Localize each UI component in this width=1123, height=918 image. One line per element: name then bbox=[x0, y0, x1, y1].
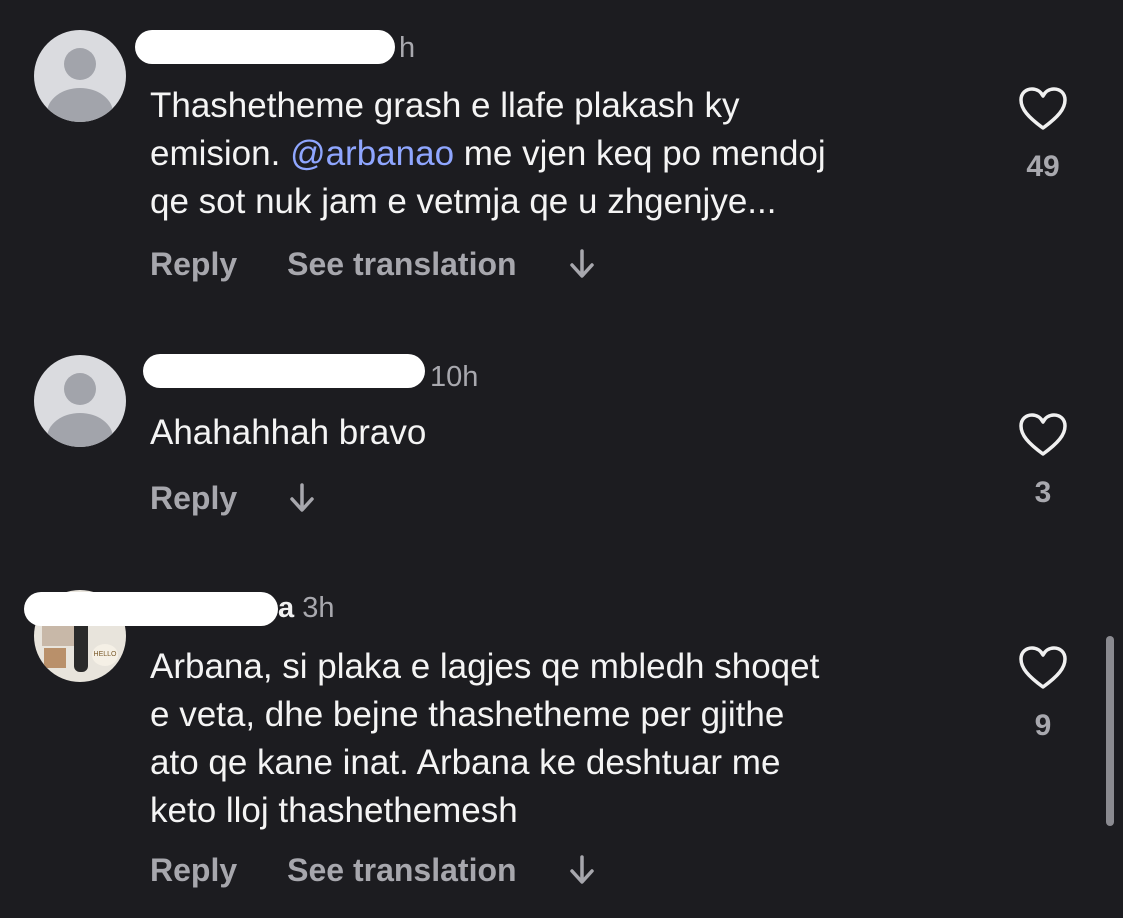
redacted-username bbox=[143, 354, 425, 388]
comment-actions: Reply See translation bbox=[150, 850, 597, 890]
comment-time: a 3h bbox=[278, 592, 335, 624]
comment-line: ato qe kane inat. Arbana ke deshtuar me bbox=[150, 743, 781, 782]
reply-button[interactable]: Reply bbox=[150, 852, 237, 889]
comment-text: Thashetheme grash e llafe plakash ky emi… bbox=[150, 82, 980, 226]
avatar-hello-text: HELLO bbox=[92, 644, 118, 666]
reply-button[interactable]: Reply bbox=[150, 480, 237, 517]
comment-line: Ahahahhah bravo bbox=[150, 413, 427, 452]
comment-text: Arbana, si plaka e lagjes qe mbledh shoq… bbox=[150, 643, 980, 835]
comment-time: h bbox=[399, 32, 416, 64]
comment-time: 10h bbox=[430, 361, 479, 393]
comment-line: e veta, dhe bejne thashetheme per gjithe bbox=[150, 695, 785, 734]
default-avatar-icon[interactable] bbox=[34, 355, 126, 447]
heart-outline-icon[interactable] bbox=[1018, 86, 1068, 132]
mention-link[interactable]: @arbanao bbox=[290, 134, 454, 173]
scrollbar[interactable] bbox=[1106, 636, 1114, 826]
arrow-down-icon[interactable] bbox=[567, 853, 597, 887]
default-avatar-icon[interactable] bbox=[34, 30, 126, 122]
comment-line: emision. @arbanao me vjen keq po mendoj bbox=[150, 134, 826, 173]
like-control: 3 bbox=[1010, 412, 1076, 510]
like-control: 49 bbox=[1010, 86, 1076, 184]
arrow-down-icon[interactable] bbox=[287, 481, 317, 515]
comment-text: Ahahahhah bravo bbox=[150, 409, 980, 457]
heart-outline-icon[interactable] bbox=[1018, 412, 1068, 458]
heart-outline-icon[interactable] bbox=[1018, 645, 1068, 691]
comment-line: keto lloj thashethemesh bbox=[150, 791, 518, 830]
comment-line: Arbana, si plaka e lagjes qe mbledh shoq… bbox=[150, 647, 820, 686]
redacted-username bbox=[135, 30, 395, 64]
redacted-username bbox=[24, 592, 278, 626]
comments-screen: h Thashetheme grash e llafe plakash ky e… bbox=[0, 0, 1123, 918]
see-translation-button[interactable]: See translation bbox=[287, 246, 516, 283]
see-translation-button[interactable]: See translation bbox=[287, 852, 516, 889]
comment-actions: Reply bbox=[150, 478, 317, 518]
comment-actions: Reply See translation bbox=[150, 244, 597, 284]
like-control: 9 bbox=[1010, 645, 1076, 743]
username-tail[interactable]: a bbox=[278, 592, 294, 624]
comment-line: Thashetheme grash e llafe plakash ky bbox=[150, 86, 740, 125]
like-count: 3 bbox=[1034, 476, 1052, 509]
like-count: 49 bbox=[1026, 150, 1060, 183]
comment-line: qe sot nuk jam e vetmja qe u zhgenjye... bbox=[150, 182, 777, 221]
like-count: 9 bbox=[1034, 709, 1052, 742]
arrow-down-icon[interactable] bbox=[567, 247, 597, 281]
reply-button[interactable]: Reply bbox=[150, 246, 237, 283]
